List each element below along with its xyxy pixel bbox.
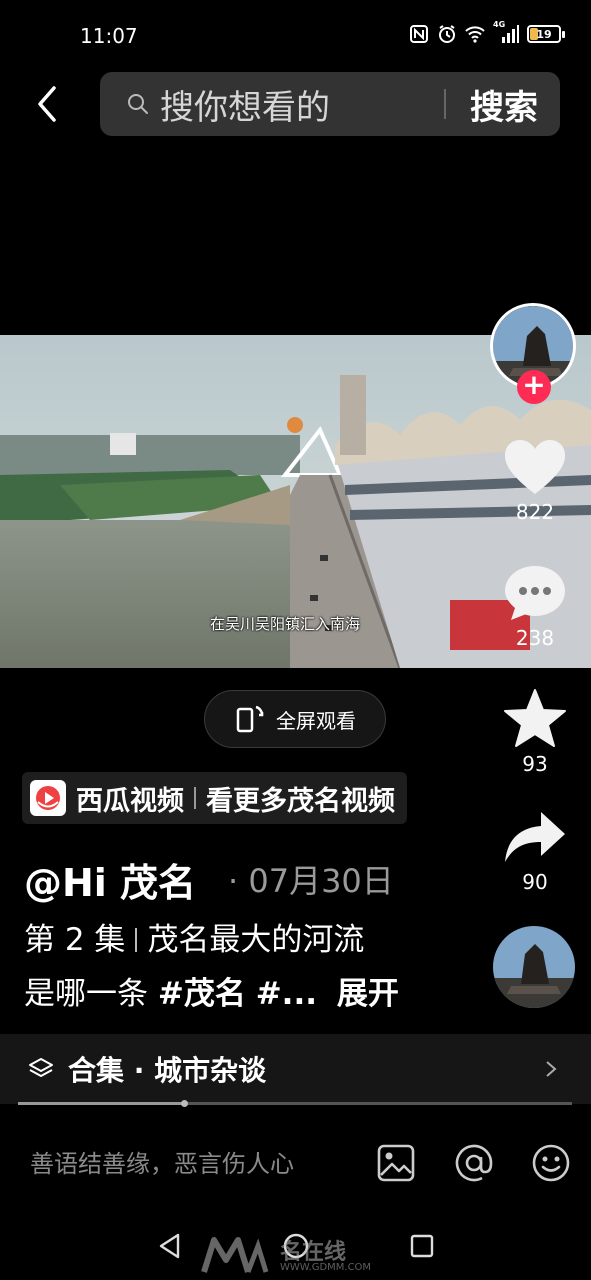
- fullscreen-label: 全屏观看: [276, 708, 356, 733]
- layers-icon: [29, 1058, 53, 1077]
- alarm-icon: [437, 24, 457, 44]
- square-recents-icon: [410, 1234, 434, 1258]
- video-subtitle: 在吴川吴阳镇汇入南海: [210, 615, 361, 633]
- at-icon: [455, 1144, 493, 1182]
- source-more-link[interactable]: 看更多茂名视频: [206, 779, 395, 818]
- comment-input[interactable]: 善语结善缘，恶言伤人心: [30, 1144, 294, 1179]
- comment-button[interactable]: 238: [495, 564, 575, 650]
- status-icons: 4G 19: [409, 20, 565, 44]
- back-button[interactable]: [30, 84, 70, 124]
- expand-button[interactable]: 展开: [337, 976, 399, 1012]
- hashtag-more[interactable]: #...: [256, 976, 317, 1012]
- statue-avatar-image: [493, 926, 575, 1008]
- progress-fill: [18, 1102, 185, 1105]
- search-icon: [128, 94, 148, 114]
- collection-bar[interactable]: 合集 · 城市杂谈: [0, 1034, 591, 1104]
- follow-button[interactable]: +: [517, 370, 551, 404]
- triangle-back-icon: [159, 1233, 180, 1259]
- smiley-icon: [532, 1144, 570, 1182]
- search-bar[interactable]: 搜你想看的 搜索: [100, 72, 560, 136]
- source-name: 西瓜视频: [76, 785, 184, 817]
- nfc-icon: [409, 24, 429, 44]
- star-icon: [504, 689, 566, 747]
- description-line-1: 第 2 集茂名最大的河流: [24, 914, 364, 959]
- episode-label: 第 2 集: [24, 922, 126, 958]
- post-date: · 07月30日: [228, 862, 394, 900]
- search-button[interactable]: 搜索: [446, 80, 560, 129]
- share-count: 90: [522, 870, 548, 894]
- progress-knob[interactable]: [181, 1100, 189, 1107]
- emoji-button[interactable]: [531, 1143, 571, 1183]
- rotate-screen-icon: [236, 705, 264, 733]
- chevron-left-icon: [38, 86, 56, 122]
- video-progress-bar[interactable]: [18, 1100, 572, 1107]
- fullscreen-button[interactable]: 全屏观看: [204, 690, 386, 748]
- share-button[interactable]: 90: [495, 810, 575, 894]
- comment-count: 238: [515, 626, 555, 650]
- source-divider: [194, 787, 196, 809]
- author-handle[interactable]: @Hi 茂名: [24, 852, 196, 907]
- network-type: 4G: [493, 20, 506, 29]
- chevron-right-icon: [546, 1061, 557, 1077]
- hashtag-link[interactable]: #茂名: [158, 976, 246, 1012]
- mention-button[interactable]: [454, 1143, 494, 1183]
- wifi-icon: [465, 24, 485, 44]
- music-disc-avatar[interactable]: [493, 926, 575, 1008]
- post-date-value: 07月30日: [248, 862, 394, 900]
- status-time: 11:07: [80, 24, 138, 48]
- image-icon: [377, 1144, 415, 1182]
- signal-icon: 4G: [493, 20, 519, 44]
- favorite-button[interactable]: 93: [495, 688, 575, 776]
- share-arrow-icon: [505, 812, 565, 862]
- xigua-logo-icon: [30, 780, 66, 816]
- collection-label: 合集 · 城市杂谈: [68, 1054, 267, 1087]
- watermark: 名在线 WWW.GDMM.COM: [200, 1232, 400, 1278]
- favorite-count: 93: [522, 752, 548, 776]
- like-count: 822: [515, 500, 555, 524]
- desc-divider: [135, 928, 138, 952]
- nav-recents-button[interactable]: [408, 1232, 436, 1260]
- post-title-cont: 是哪一条: [24, 976, 148, 1012]
- battery-level: 19: [536, 27, 552, 41]
- comment-icon: [505, 566, 565, 620]
- source-tag[interactable]: 西瓜视频 看更多茂名视频: [22, 772, 407, 824]
- description-line-2: 是哪一条 #茂名 #... 展开: [24, 968, 399, 1013]
- watermark-url: WWW.GDMM.COM: [280, 1262, 372, 1273]
- image-button[interactable]: [376, 1143, 416, 1183]
- heart-icon: [505, 440, 565, 494]
- status-bar: 11:07 4G 19: [0, 0, 591, 72]
- search-input[interactable]: 搜你想看的: [160, 80, 444, 129]
- battery-indicator: 19: [527, 25, 565, 43]
- post-title: 茂名最大的河流: [147, 922, 365, 958]
- like-button[interactable]: 822: [495, 438, 575, 524]
- nav-back-button[interactable]: [156, 1232, 184, 1260]
- watermark-logo-icon: [201, 1237, 269, 1273]
